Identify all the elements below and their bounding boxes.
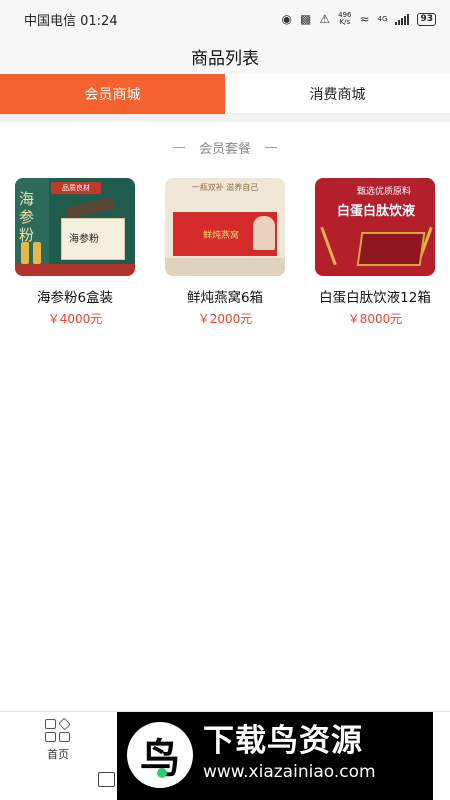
nav-home[interactable]: 首页 xyxy=(38,717,78,762)
image-text: 海参粉 xyxy=(69,234,99,245)
tab-consumer-mall[interactable]: 消费商城 xyxy=(225,74,450,114)
product-price: ￥2000元 xyxy=(197,312,253,326)
image-text: 白蛋白肽饮液 xyxy=(336,204,415,219)
product-image-sea-cucumber[interactable]: 海参粉 品质良材 海参粉 xyxy=(15,178,135,276)
product-name[interactable]: 白蛋白肽饮液12箱 xyxy=(319,286,431,306)
product-price: ￥4000元 xyxy=(47,312,103,326)
tab-member-mall[interactable]: 会员商城 xyxy=(0,74,225,114)
battery-indicator: 93 xyxy=(417,12,436,26)
divider xyxy=(0,114,450,122)
product-card[interactable]: 一瓶双补 滋养自己 鲜炖燕窝 鲜炖燕窝6箱 ￥2000元 xyxy=(150,178,300,327)
product-card[interactable]: 海参粉 品质良材 海参粉 海参粉6盒装 ￥4000元 xyxy=(0,178,150,327)
image-text: 一瓶双补 滋养自己 xyxy=(191,183,259,192)
product-grid: 海参粉 品质良材 海参粉 海参粉6盒装 ￥4000元 一瓶双补 滋养自己 鲜炖燕… xyxy=(0,178,450,327)
wifi-icon: ≈ xyxy=(359,12,370,26)
recent-apps-icon[interactable] xyxy=(98,772,115,787)
status-icons: ◉ ▩ ⚠ 496 K/s ≈ 4G 93 xyxy=(282,12,436,26)
page-header: 商品列表 xyxy=(0,38,450,74)
section-header: 会员套餐 xyxy=(0,138,450,157)
image-text: 鲜炖燕窝 xyxy=(203,231,240,241)
image-text: 甄选优质原料 xyxy=(356,187,411,197)
eye-icon: ◉ xyxy=(281,12,293,26)
tab-consumer-mall-label: 消费商城 xyxy=(309,86,366,103)
carrier-time: 中国电信 01:24 xyxy=(24,13,118,29)
network-type: 4G xyxy=(377,15,388,23)
section-dash-left xyxy=(172,147,185,148)
watermark-url: www.xiazainiao.com xyxy=(203,762,376,782)
watermark: 鸟 下载鸟资源 www.xiazainiao.com xyxy=(117,712,433,800)
watermark-logo: 鸟 xyxy=(127,722,193,788)
section-dash-right xyxy=(265,147,277,148)
product-name[interactable]: 海参粉6盒装 xyxy=(37,286,113,306)
signal-icon xyxy=(395,13,410,25)
nav-home-label: 首页 xyxy=(47,748,69,761)
status-bar: 中国电信 01:24 ◉ ▩ ⚠ 496 K/s ≈ 4G 93 xyxy=(0,0,450,38)
image-text: 海参粉 xyxy=(19,190,35,244)
section-title: 会员套餐 xyxy=(198,142,251,157)
product-image-albumin-peptide[interactable]: 甄选优质原料 白蛋白肽饮液 xyxy=(315,178,435,276)
product-image-birds-nest[interactable]: 一瓶双补 滋养自己 鲜炖燕窝 xyxy=(165,178,285,276)
page-title: 商品列表 xyxy=(191,48,259,69)
mall-tabs: 会员商城 消费商城 xyxy=(0,74,450,114)
app-notification-icon: ▩ xyxy=(300,12,312,26)
image-text: 品质良材 xyxy=(51,182,101,194)
network-speed: 496 K/s xyxy=(338,12,351,26)
product-price: ￥8000元 xyxy=(347,312,403,326)
watermark-title: 下载鸟资源 xyxy=(203,723,363,759)
product-name[interactable]: 鲜炖燕窝6箱 xyxy=(187,286,263,306)
home-icon xyxy=(43,717,73,744)
network-speed-unit: K/s xyxy=(339,18,351,26)
mute-bell-icon: ⚠ xyxy=(319,12,331,26)
product-card[interactable]: 甄选优质原料 白蛋白肽饮液 白蛋白肽饮液12箱 ￥8000元 xyxy=(300,178,450,327)
tab-member-mall-label: 会员商城 xyxy=(84,87,141,103)
